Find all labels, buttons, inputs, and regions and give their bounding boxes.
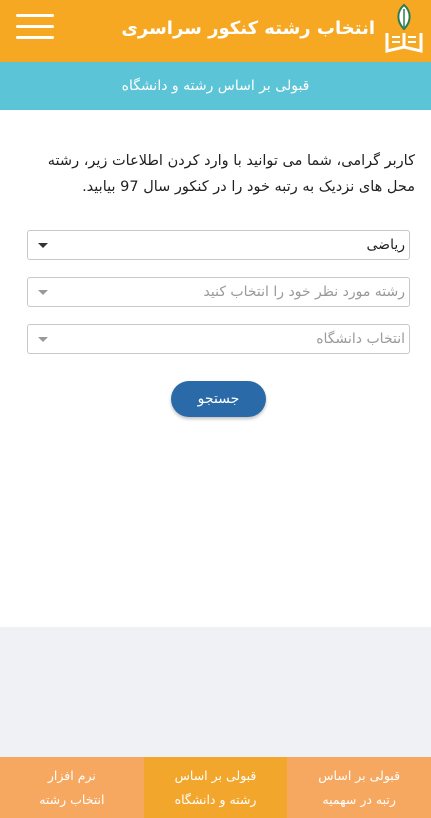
intro-text: کاربر گرامی، شما می توانید با وارد کردن … [47,153,415,195]
tab-label-line1: قبولی بر اساس [174,768,257,783]
app-header: انتخاب رشته کنکور سراسری [0,0,431,62]
page-subtitle: قبولی بر اساس رشته و دانشگاه [0,62,431,110]
menu-icon-bar [16,14,54,17]
bottom-navigation: قبولی بر اساس رتبه در سهمیه قبولی بر اسا… [0,757,431,818]
dropdown-caret-icon [38,337,48,342]
university-select[interactable]: انتخاب دانشگاه [27,324,410,354]
major-select-placeholder: رشته مورد نظر خود را انتخاب کنید [203,284,405,300]
tab-label-line2: رتبه در سهمیه [322,792,396,807]
tab-selection-software[interactable]: نرم افزار انتخاب رشته [0,757,144,818]
dropdown-caret-icon [38,243,48,248]
tab-rank-quota[interactable]: قبولی بر اساس رتبه در سهمیه [287,757,431,818]
group-select-value: ریاضی [366,237,405,253]
app-screen: انتخاب رشته کنکور سراسری قبولی بر اساس ر… [0,0,431,818]
app-title: انتخاب رشته کنکور سراسری [121,18,375,39]
menu-icon[interactable] [16,12,54,42]
content-footer-area [0,627,431,757]
app-logo-icon [385,3,423,53]
menu-icon-bar [16,36,54,39]
tab-label-line2: رشته و دانشگاه [174,792,257,807]
dropdown-caret-icon [38,290,48,295]
tab-label-line2: انتخاب رشته [39,792,105,807]
tab-major-university[interactable]: قبولی بر اساس رشته و دانشگاه [143,757,288,818]
tab-label-line1: قبولی بر اساس [318,768,401,783]
menu-icon-bar [16,25,54,28]
university-select-placeholder: انتخاب دانشگاه [316,331,405,347]
major-select[interactable]: رشته مورد نظر خود را انتخاب کنید [27,277,410,307]
tab-label-line1: نرم افزار [47,768,96,783]
group-select[interactable]: ریاضی [27,230,410,260]
search-button[interactable]: جستجو [171,381,266,417]
